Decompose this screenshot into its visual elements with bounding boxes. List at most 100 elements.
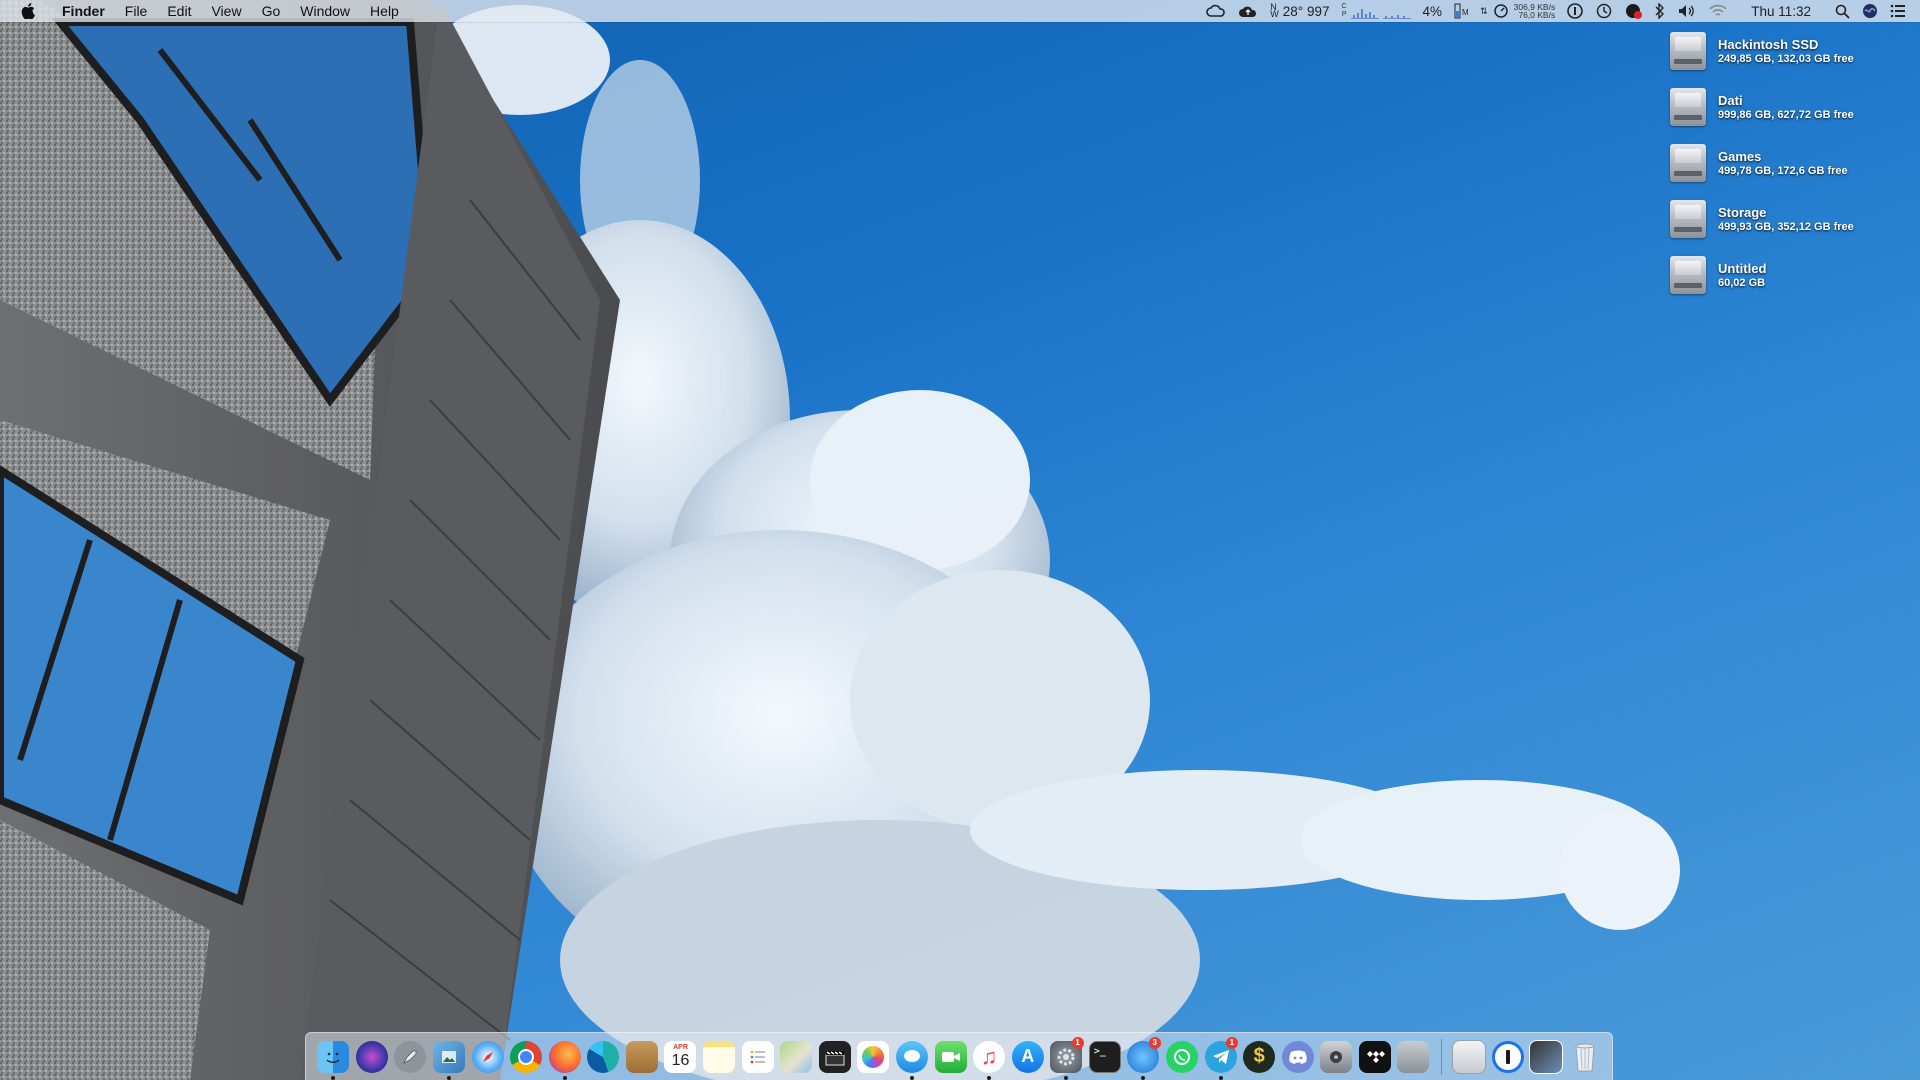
dock-downloads-stack[interactable] [1450,1037,1489,1077]
menu-go[interactable]: Go [252,0,291,22]
notification-app-icon[interactable] [1625,0,1643,22]
dock-system-preferences[interactable]: 1 [1047,1036,1086,1080]
volume-untitled[interactable]: Untitled 60,02 GB [1670,256,1890,294]
dock-messages[interactable] [893,1037,932,1080]
volume-hackintosh-ssd[interactable]: Hackintosh SSD 249,85 GB, 132,03 GB free [1670,32,1890,70]
dock-notes[interactable] [700,1037,739,1077]
chrome-icon [510,1040,543,1073]
launchpad-rocket-icon [394,1040,427,1073]
net-download-speed: 76,0 KB/s [1518,10,1556,20]
menu-window[interactable]: Window [290,0,360,22]
notification-badge: 1 [1225,1036,1238,1049]
whatsapp-icon [1166,1040,1198,1073]
dock-safari[interactable] [468,1037,507,1077]
dock-finder[interactable] [314,1037,353,1080]
calendar-icon: APR 16 [664,1040,697,1073]
dock-firefox[interactable] [545,1037,584,1080]
dock-music[interactable]: ♫ [970,1037,1009,1080]
volume-icon[interactable] [1677,0,1697,22]
cloud-upload-icon[interactable] [1238,0,1258,22]
notes-icon [703,1040,736,1073]
cardboard-box-icon [625,1040,658,1073]
spotlight-search-icon[interactable] [1835,0,1850,22]
dock-whatsapp[interactable] [1163,1037,1202,1077]
dock-edge[interactable] [584,1037,623,1077]
maps-icon [780,1040,813,1073]
notification-badge: 1 [1071,1036,1084,1049]
dollar-sign-icon: $ [1243,1040,1276,1073]
dock-facetime[interactable] [931,1037,970,1077]
running-indicator [1141,1075,1146,1080]
creative-cloud-icon[interactable] [1206,0,1226,22]
network-speed-widget[interactable]: ⇅ 306,9 KB/s 76,0 KB/s [1480,0,1555,22]
bluetooth-icon[interactable] [1655,0,1665,22]
siri-icon [355,1040,388,1073]
dock-maps[interactable] [777,1037,816,1077]
dock-preview[interactable] [430,1037,469,1080]
volume-name: Games [1718,148,1762,164]
dock-tweetbot[interactable]: 3 [1124,1036,1163,1080]
time-machine-icon[interactable] [1595,0,1613,22]
notification-badge: 3 [1148,1036,1161,1049]
dock-launchpad[interactable] [391,1037,430,1077]
dock-archive[interactable] [623,1037,662,1077]
dock-screenshot-stack[interactable] [1527,1037,1566,1077]
clock[interactable]: Thu 11:32 [1751,0,1811,22]
dock-calendar[interactable]: APR 16 [661,1037,700,1077]
running-indicator [987,1075,992,1080]
menu-view[interactable]: View [201,0,251,22]
downloads-stack-icon [1452,1039,1487,1074]
dock-tidal[interactable] [1356,1037,1395,1077]
volume-info: 60,02 GB [1718,276,1766,289]
siri-icon[interactable] [1862,0,1878,22]
menu-edit[interactable]: Edit [157,0,201,22]
calendar-day: 16 [671,1052,690,1069]
weather-widget[interactable]: NW 28° 997 [1270,0,1329,22]
hard-drive-icon [1670,144,1706,182]
volume-games[interactable]: Games 499,78 GB, 172,6 GB free [1670,144,1890,182]
cpu-graph-widget[interactable]: CP [1341,0,1411,22]
tidal-icon [1358,1040,1391,1073]
volume-name: Hackintosh SSD [1718,36,1819,52]
volume-dati[interactable]: Dati 999,86 GB, 627,72 GB free [1670,88,1890,126]
wifi-icon[interactable] [1709,0,1727,22]
running-indicator [909,1075,914,1080]
dock-discord[interactable] [1278,1037,1317,1077]
dock-money[interactable]: $ [1240,1037,1279,1077]
memory-bar-icon[interactable]: M [1454,0,1468,22]
dock-app-store[interactable]: A [1008,1037,1047,1077]
dock-1password[interactable] [1488,1037,1527,1077]
dock-chrome[interactable] [507,1037,546,1077]
weather-icon: NW [1270,2,1279,19]
dock-trash[interactable] [1565,1037,1604,1077]
app-menu-finder[interactable]: Finder [54,0,115,22]
dock-photos[interactable] [854,1037,893,1077]
cpu-percent[interactable]: 4% [1423,0,1443,22]
volume-info: 249,85 GB, 132,03 GB free [1718,52,1854,65]
notification-center-icon[interactable] [1890,0,1906,22]
dock-disk-utility[interactable] [1317,1037,1356,1077]
dock-reminders[interactable] [738,1037,777,1077]
finder-icon [317,1040,350,1073]
volume-storage[interactable]: Storage 499,93 GB, 352,12 GB free [1670,200,1890,238]
volume-name: Untitled [1718,260,1767,276]
menu-file[interactable]: File [115,0,158,22]
hard-drive-icon [1670,88,1706,126]
dock-telegram[interactable]: 1 [1201,1036,1240,1080]
dock-migration[interactable] [1394,1037,1433,1077]
clapperboard-icon [818,1040,851,1073]
desktop-volumes: Hackintosh SSD 249,85 GB, 132,03 GB free… [1670,32,1890,312]
dock-final-cut[interactable] [816,1037,855,1077]
menu-help[interactable]: Help [360,0,409,22]
one-password-menu-icon[interactable] [1567,0,1584,22]
dock: APR 16 ♫ A 1 >_ 3 1 $ [305,1032,1613,1080]
dock-terminal[interactable]: >_ [1086,1037,1125,1077]
menu-bar: Finder File Edit View Go Window Help NW … [0,0,1920,22]
hard-drive-icon [1670,200,1706,238]
calendar-month: APR [673,1044,688,1051]
apple-menu-icon[interactable] [18,0,38,22]
dock-siri[interactable] [353,1037,392,1077]
firefox-icon [548,1040,581,1073]
trash-icon [1569,1041,1601,1073]
messages-icon [895,1040,928,1073]
